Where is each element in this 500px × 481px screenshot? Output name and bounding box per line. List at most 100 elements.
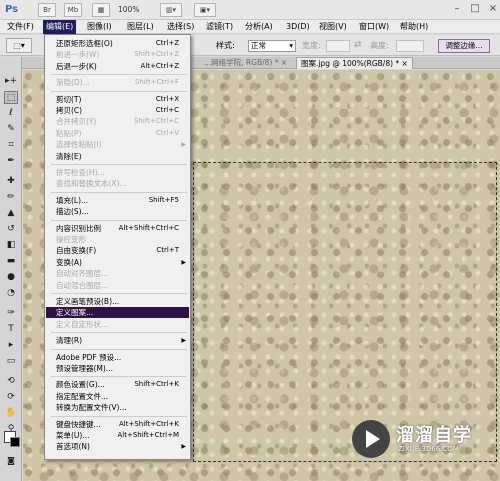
edit-menu-item[interactable]: 拷贝(C) Ctrl+C xyxy=(46,105,189,116)
menu-item[interactable]: 选择(S) xyxy=(164,20,197,34)
style-select[interactable]: 正常 ▾ xyxy=(248,40,296,52)
edit-menu-item[interactable]: 合并拷贝(Y) Shift+Ctrl+C xyxy=(46,116,189,127)
edit-menu-item[interactable]: 查找和替换文本(X)... xyxy=(46,178,189,189)
lasso-tool-icon[interactable]: ℓ xyxy=(4,107,18,120)
edit-menu-item[interactable]: 操控变形 xyxy=(46,234,189,245)
mini-bridge-button[interactable]: Mb xyxy=(64,3,82,17)
screen-mode-button[interactable]: ▣▾ xyxy=(194,3,216,17)
clone-stamp-tool-icon[interactable]: ▲ xyxy=(4,207,18,220)
type-tool-icon[interactable]: T xyxy=(4,323,18,336)
screen-mode-icon: ▣▾ xyxy=(199,6,211,14)
close-button[interactable]: × xyxy=(484,3,500,17)
menu-item-label: 前进一步(W) xyxy=(56,50,100,60)
eraser-tool-icon[interactable]: ◧ xyxy=(4,239,18,252)
photoshop-logo: Ps xyxy=(5,4,19,15)
edit-menu-item[interactable]: 菜单(U)... Alt+Shift+Ctrl+M xyxy=(46,430,189,441)
healing-brush-tool-icon[interactable]: ✚ xyxy=(4,175,18,188)
menu-item[interactable]: 图像(I) xyxy=(84,20,115,34)
menu-item-shortcut: Alt+Shift+Ctrl+M xyxy=(117,431,179,439)
menu-item-label: 渐隐(D)... xyxy=(56,78,90,88)
menu-item-shortcut: Alt+Shift+Ctrl+K xyxy=(118,419,179,428)
swap-icon[interactable]: ⇄ xyxy=(354,39,362,52)
background-color-swatch[interactable] xyxy=(10,437,20,447)
edit-menu-item[interactable]: 预设管理器(M)... xyxy=(46,363,189,374)
watermark-play-icon xyxy=(352,420,390,458)
menu-item-label: 后退一步(K) xyxy=(56,61,97,71)
edit-menu-item[interactable]: 定义自定形状... xyxy=(46,319,189,330)
edit-menu-item[interactable]: 定义图案... xyxy=(46,307,189,319)
brush-tool-icon[interactable]: ✏ xyxy=(4,191,18,204)
eyedropper-tool-icon[interactable]: ✒ xyxy=(4,155,18,168)
edit-menu-item[interactable]: 自动混合图层... xyxy=(46,280,189,291)
menu-item[interactable]: 文件(F) xyxy=(4,20,37,34)
edit-menu-item[interactable]: 拼写检查(H)... xyxy=(46,167,189,178)
edit-menu-item[interactable]: 自由变换(F) Ctrl+T xyxy=(46,245,189,256)
zoom-level[interactable]: 100% xyxy=(118,3,152,17)
menu-item-label: 内容识别比例 xyxy=(56,223,101,233)
blur-tool-icon[interactable]: ● xyxy=(4,271,18,284)
3d-orbit-tool-icon[interactable]: ⟳ xyxy=(4,391,18,404)
menu-item[interactable]: 3D(D) xyxy=(283,20,313,34)
dodge-tool-icon[interactable]: ◔ xyxy=(4,287,18,300)
menu-item-shortcut: Ctrl+X xyxy=(155,94,179,103)
hand-tool-icon[interactable]: ✋ xyxy=(4,407,18,420)
edit-menu-item[interactable]: 转换为配置文件(V)... xyxy=(46,402,189,413)
edit-menu-item[interactable]: Adobe PDF 预设... xyxy=(46,352,189,363)
width-field[interactable] xyxy=(326,40,350,52)
menu-item[interactable]: 窗口(W) xyxy=(356,20,392,34)
edit-menu-item[interactable]: 首选项(N) ▶ xyxy=(46,441,189,452)
edit-menu-item[interactable]: 渐隐(D)... Shift+Ctrl+F xyxy=(46,77,189,88)
edit-menu-item[interactable]: 填充(L)... Shift+F5 xyxy=(46,195,189,206)
edit-menu-item[interactable]: 内容识别比例 Alt+Shift+Ctrl+C xyxy=(46,223,189,234)
crop-tool-icon[interactable]: ⌗ xyxy=(4,139,18,152)
edit-menu-item[interactable]: 自动对齐图层... xyxy=(46,268,189,279)
3d-rotate-tool-icon[interactable]: ⟲ xyxy=(4,375,18,388)
marquee-tool-icon[interactable]: ⬚ xyxy=(4,91,18,104)
shape-tool-icon[interactable]: ▭ xyxy=(4,355,18,368)
menu-item[interactable]: 帮助(H) xyxy=(397,20,431,34)
history-brush-tool-icon[interactable]: ↺ xyxy=(4,223,18,236)
quick-mask-icon[interactable]: ◙ xyxy=(4,454,18,467)
edit-menu-item[interactable]: 指定配置文件... xyxy=(46,391,189,402)
edit-menu-item[interactable]: 定义画笔预设(B)... xyxy=(46,296,189,307)
maximize-button[interactable]: □ xyxy=(466,3,484,17)
menu-item[interactable]: 分析(A) xyxy=(242,20,276,34)
edit-menu-item[interactable]: 描边(S)... xyxy=(46,206,189,217)
bridge-button[interactable]: Br xyxy=(38,3,56,17)
style-label: 样式: xyxy=(216,41,235,50)
edit-menu-item[interactable]: 剪切(T) Ctrl+X xyxy=(46,94,189,105)
minimize-button[interactable]: – xyxy=(448,3,466,17)
edit-menu-item[interactable]: 变换(A) ▶ xyxy=(46,257,189,268)
menu-item-label: 预设管理器(M)... xyxy=(56,364,113,373)
edit-menu-item[interactable]: 前进一步(W) Shift+Ctrl+Z xyxy=(46,49,189,60)
quick-select-tool-icon[interactable]: ✎ xyxy=(4,123,18,136)
edit-menu-item[interactable]: 粘贴(P) Ctrl+V xyxy=(46,128,189,139)
edit-menu-item[interactable]: 还原矩形选框(O) Ctrl+Z xyxy=(46,38,189,49)
pen-tool-icon[interactable]: ✑ xyxy=(4,307,18,320)
path-select-tool-icon[interactable]: ▸ xyxy=(4,339,18,352)
move-tool-icon[interactable]: ▸+ xyxy=(4,75,18,88)
tab-document-2[interactable]: 图案.jpg @ 100%(RGB/8) * × xyxy=(296,57,413,69)
menu-item[interactable]: 视图(V) xyxy=(316,20,350,34)
menu-item-shortcut: Shift+Ctrl+K xyxy=(134,380,179,389)
edit-menu-item[interactable]: 清理(R) ▶ xyxy=(46,335,189,346)
watermark-name: 溜溜自学 xyxy=(396,425,472,446)
menu-item[interactable]: 图层(L) xyxy=(124,20,157,34)
arrange-documents-button[interactable]: ▥▾ xyxy=(160,3,182,17)
menu-item[interactable]: 滤镜(T) xyxy=(203,20,236,34)
height-field[interactable] xyxy=(396,40,424,52)
edit-menu-item[interactable]: 键盘快捷键... Alt+Shift+Ctrl+K xyxy=(46,419,189,430)
menu-item-label: 自由变换(F) xyxy=(56,246,97,256)
tool-preset-picker[interactable]: ⬚▾ xyxy=(6,38,32,53)
edit-menu-item[interactable]: 清除(E) xyxy=(46,151,189,162)
edit-menu-item[interactable]: 选择性粘贴(I) ▶ xyxy=(46,139,189,150)
menu-item[interactable]: 编辑(E) xyxy=(43,20,77,34)
view-extras-button[interactable]: ▦ xyxy=(92,3,110,17)
menu-item-label: 定义自定形状... xyxy=(56,319,109,329)
edit-menu-item[interactable]: 颜色设置(G)... Shift+Ctrl+K xyxy=(46,379,189,390)
edit-menu-item[interactable]: 后退一步(K) Alt+Ctrl+Z xyxy=(46,61,189,72)
tab-document-1[interactable]: ...网络学院, RGB/8) * × xyxy=(200,57,291,69)
refine-edge-button[interactable]: 调整边缘... xyxy=(438,39,490,53)
menu-separator xyxy=(51,164,187,165)
gradient-tool-icon[interactable]: ▬ xyxy=(4,255,18,268)
